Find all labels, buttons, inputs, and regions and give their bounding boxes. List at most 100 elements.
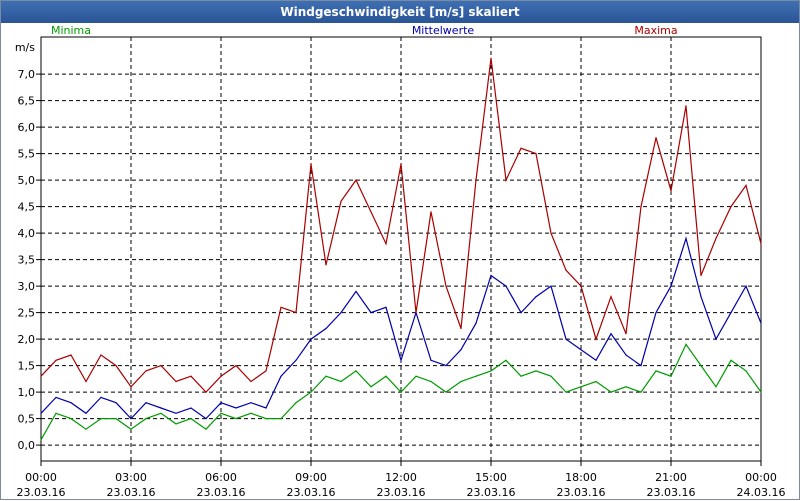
data-point [280,418,282,420]
data-point [265,370,267,372]
x-tick-time: 00:00 [25,471,57,484]
data-point [610,296,612,298]
data-point [640,391,642,393]
data-point [610,333,612,335]
data-point [295,359,297,361]
data-point [40,439,42,441]
data-point [430,211,432,213]
data-point [430,380,432,383]
data-point [220,412,222,414]
x-tick-date: 23.03.16 [377,486,426,499]
data-point [130,418,132,420]
data-point [730,206,732,208]
x-tick-date: 23.03.16 [197,486,246,499]
data-point [55,359,57,361]
data-point [40,412,42,414]
data-point [205,418,207,420]
legend-entry-mittelwerte: Mittelwerte [412,24,475,37]
data-point [160,407,162,409]
data-point [385,375,387,377]
axis-layer: 0,0 0,5 1,0 1,5 2,0 2,5 3,0 3,5 4,0 4,5 5,0 5,5 6,0 6… [15,41,786,499]
data-point [595,338,597,340]
data-point [655,137,657,139]
y-tick-label: 7,0 [18,68,36,81]
grid-layer [40,36,762,462]
data-point [565,391,567,393]
x-tick-time: 00:00 [745,471,777,484]
data-point [430,359,432,361]
data-point [565,269,567,271]
data-point [325,375,327,377]
y-tick-label: 4,0 [18,227,36,240]
data-point [730,312,732,314]
data-point [565,338,567,340]
y-tick-label: 4,5 [18,201,36,214]
y-tick-label: 1,5 [18,360,36,373]
data-point [370,211,372,213]
x-tick-time: 12:00 [385,471,417,484]
data-point [295,402,297,404]
data-point [265,407,267,409]
data-point [190,375,192,377]
data-point [340,380,342,383]
data-point [145,418,147,420]
data-point [385,306,387,308]
y-tick-label: 2,5 [18,307,36,320]
data-point [40,375,42,377]
data-point [355,179,357,181]
data-point [145,402,147,404]
data-point [655,312,657,314]
data-point [760,243,762,245]
data-point [250,402,252,404]
data-point [760,322,762,324]
data-point [340,312,342,314]
data-point [550,375,552,377]
data-point [70,354,72,356]
data-point [745,184,747,186]
data-point [130,428,132,430]
data-point [460,349,462,351]
data-point [220,375,222,377]
data-point [70,402,72,404]
x-tick-date: 23.03.16 [557,486,606,499]
y-tick-label: 0,0 [18,439,36,452]
data-point [535,370,537,372]
data-point [640,206,642,208]
data-point [55,396,57,398]
data-point [235,365,237,367]
data-point [520,312,522,314]
data-point [190,418,192,420]
chart-window: Windgeschwindigkeit [m/s] skaliert 0,0 0,… [0,0,800,500]
data-point [625,333,627,335]
data-point [520,147,522,149]
data-point [505,285,507,287]
data-point [400,391,402,393]
data-point [55,412,57,414]
data-point [460,327,462,330]
data-point [175,380,177,383]
data-point [535,153,537,155]
x-tick-time: 06:00 [205,471,237,484]
data-point [130,386,132,388]
data-point [595,359,597,361]
data-point [295,312,297,314]
data-point [730,359,732,361]
y-tick-label: 6,0 [18,121,36,134]
data-point [370,386,372,388]
data-point [160,365,162,367]
data-point [235,407,237,409]
data-point [100,354,102,356]
legend-entry-maxima: Maxima [634,24,677,37]
data-point [250,380,252,383]
data-point [400,359,402,361]
data-point [535,296,537,298]
data-point [475,179,477,181]
data-point [580,285,582,287]
data-point [250,412,252,414]
data-point [640,365,642,367]
data-point [685,105,687,107]
data-point [610,391,612,393]
data-point [550,285,552,287]
data-point [715,237,717,239]
x-tick-date: 23.03.16 [647,486,696,499]
